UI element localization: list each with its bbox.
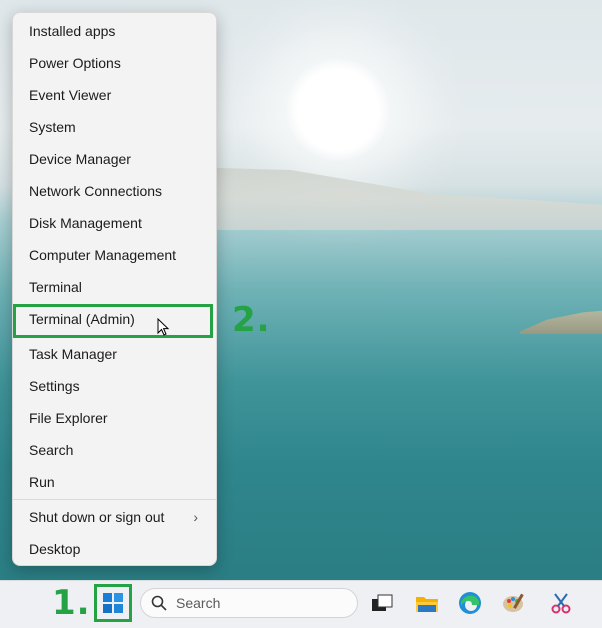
menu-item-network-connections[interactable]: Network Connections: [17, 176, 212, 206]
menu-separator: [13, 499, 216, 500]
wallpaper-sun: [286, 58, 390, 162]
start-context-menu: Installed apps Power Options Event Viewe…: [12, 12, 217, 566]
menu-item-file-explorer[interactable]: File Explorer: [17, 403, 212, 433]
task-view-icon[interactable]: [369, 590, 395, 616]
menu-item-run[interactable]: Run: [17, 467, 212, 497]
menu-item-search[interactable]: Search: [17, 435, 212, 465]
menu-item-terminal[interactable]: Terminal: [17, 272, 212, 302]
menu-item-label: Shut down or sign out: [29, 509, 165, 525]
file-explorer-icon[interactable]: [414, 590, 440, 616]
menu-item-device-manager[interactable]: Device Manager: [17, 144, 212, 174]
wallpaper-grass: [520, 310, 602, 334]
annotation-highlight-terminal-admin: [13, 304, 213, 338]
menu-item-installed-apps[interactable]: Installed apps: [17, 16, 212, 46]
menu-item-task-manager[interactable]: Task Manager: [17, 339, 212, 369]
edge-icon[interactable]: [457, 590, 483, 616]
mouse-cursor-icon: [157, 318, 170, 336]
search-icon: [151, 595, 167, 611]
chevron-right-icon: ›: [193, 509, 198, 525]
menu-item-disk-management[interactable]: Disk Management: [17, 208, 212, 238]
taskbar-search-box[interactable]: Search: [140, 588, 358, 618]
menu-item-settings[interactable]: Settings: [17, 371, 212, 401]
wallpaper-shoreline: [150, 166, 602, 230]
menu-item-power-options[interactable]: Power Options: [17, 48, 212, 78]
search-placeholder: Search: [176, 595, 221, 611]
paint-icon[interactable]: [501, 590, 527, 616]
menu-item-system[interactable]: System: [17, 112, 212, 142]
menu-item-computer-management[interactable]: Computer Management: [17, 240, 212, 270]
menu-item-event-viewer[interactable]: Event Viewer: [17, 80, 212, 110]
snipping-tool-icon[interactable]: [548, 590, 574, 616]
annotation-step-2: 2.: [232, 300, 271, 340]
menu-item-desktop[interactable]: Desktop: [17, 534, 212, 564]
menu-item-shut-down-or-sign-out[interactable]: Shut down or sign out ›: [17, 502, 212, 532]
windows-start-icon[interactable]: [102, 592, 124, 614]
annotation-step-1: 1.: [52, 583, 91, 623]
